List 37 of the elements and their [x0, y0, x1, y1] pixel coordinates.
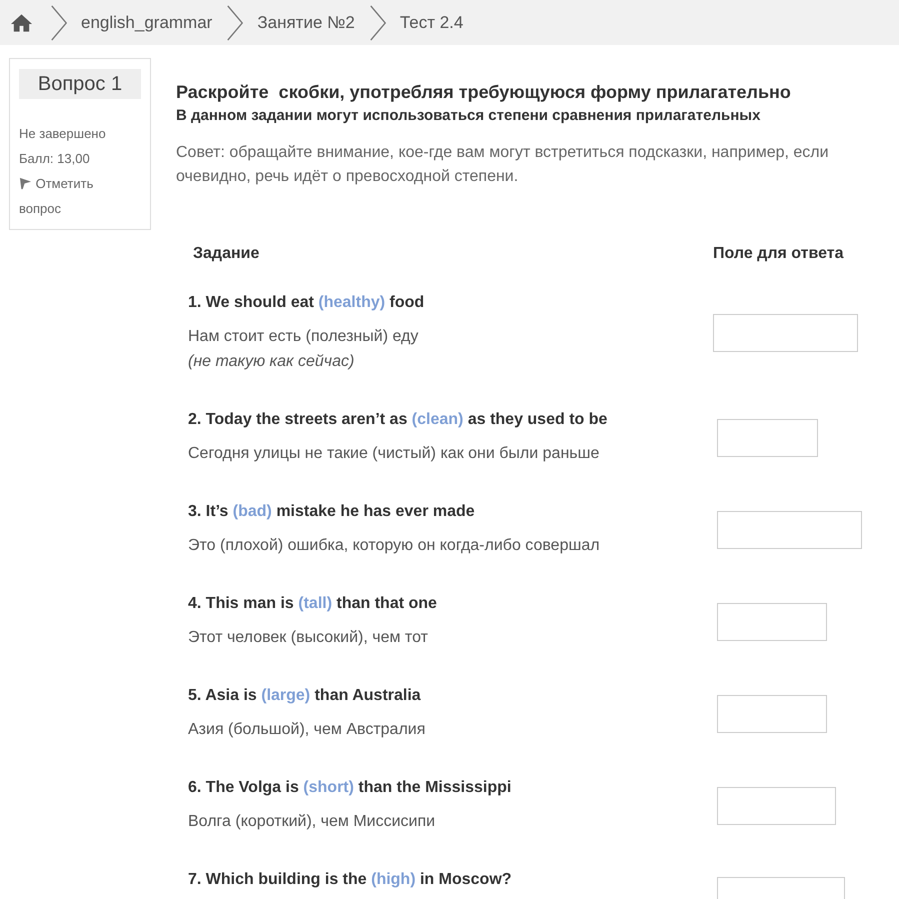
answer-field[interactable] — [717, 877, 845, 899]
question-text: 7. Which building is the (high) in Moscow? — [188, 870, 513, 890]
home-icon[interactable] — [10, 12, 33, 32]
translation-text: Сегодня улицы не такие (чистый) как они были раньше — [188, 444, 600, 464]
question-text: 2. Today the streets aren’t as (clean) as they used to be — [188, 410, 608, 430]
answer-field[interactable] — [717, 418, 818, 456]
task-subtitle: В данном задании могут использоваться степени сравнения прилагательных — [176, 106, 762, 126]
flag-question-link[interactable]: Отметить вопрос — [19, 171, 119, 221]
answer-field[interactable] — [713, 314, 858, 352]
column-header: Задание — [192, 244, 260, 264]
breadcrumb-link[interactable]: english_grammar — [81, 12, 212, 32]
question-text: 1. We should eat (healthy) food — [188, 293, 426, 313]
note-text: (не такую как сейчас) — [188, 352, 356, 372]
question-grade: Балл: 13,00 — [19, 150, 91, 168]
hint-text: Совет: обращайте внимание, кое-где вам могут встретиться подсказки, например, если очевидно, речь идёт о превосходной степени. — [176, 143, 830, 187]
question-text: 3. It’s (bad) mistake he has ever made — [188, 502, 476, 522]
column-header: Поле для ответа — [713, 244, 844, 264]
answer-field[interactable] — [717, 694, 827, 732]
question-number: Вопрос 1 — [19, 69, 141, 99]
question-text: 5. Asia is (large) than Australia — [188, 686, 422, 706]
answer-field[interactable] — [717, 510, 862, 548]
question-state: Не завершено — [19, 125, 107, 143]
translation-text: Этот человек (высокий), чем тот — [188, 628, 429, 648]
breadcrumb-link[interactable]: Тест 2.4 — [400, 12, 464, 32]
answer-field[interactable] — [717, 602, 827, 640]
translation-text: Нам стоит есть (полезный) еду — [188, 327, 420, 347]
breadcrumb-link[interactable]: Занятие №2 — [257, 12, 355, 32]
chevron-icon — [226, 4, 244, 40]
translation-text: Волга (короткий), чем Миссисипи — [188, 812, 436, 832]
task-title: Раскройте скобки, употребляя требующуюся форму прилагательно — [176, 81, 792, 103]
chevron-icon — [50, 4, 68, 40]
question-text: 4. This man is (tall) than that one — [188, 594, 438, 614]
answer-field[interactable] — [717, 786, 836, 824]
question-text: 6. The Volga is (short) than the Mississippi — [188, 778, 512, 798]
translation-text: Это (плохой) ошибка, которую он когда-либо совершал — [188, 536, 601, 556]
chevron-icon — [368, 4, 387, 40]
translation-text: Азия (большой), чем Австралия — [188, 720, 426, 740]
